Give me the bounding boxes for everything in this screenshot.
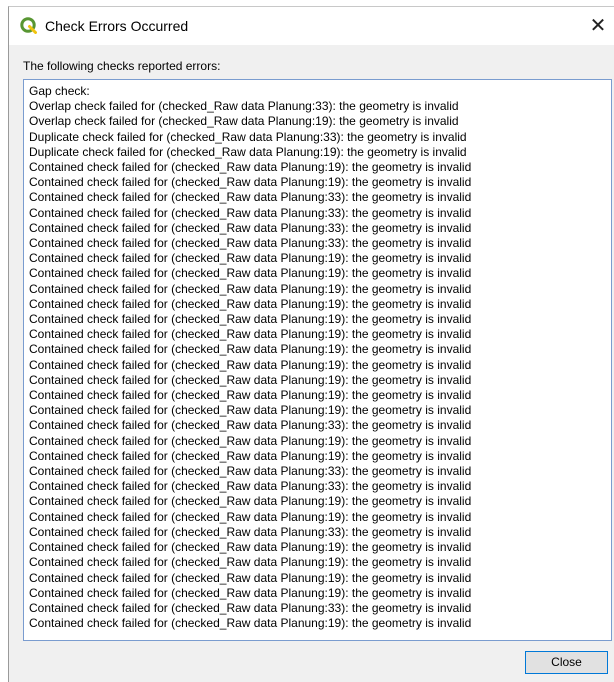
error-line: Contained check failed for (checked_Raw … bbox=[29, 266, 472, 281]
qgis-logo-icon bbox=[20, 17, 37, 34]
error-line: Contained check failed for (checked_Raw … bbox=[29, 205, 472, 220]
error-line: Gap check: bbox=[29, 84, 90, 98]
error-line: Contained check failed for (checked_Raw … bbox=[29, 479, 472, 494]
error-line: Contained check failed for (checked_Raw … bbox=[29, 494, 472, 509]
error-line: Contained check failed for (checked_Raw … bbox=[29, 509, 472, 524]
error-line: Contained check failed for (checked_Raw … bbox=[29, 585, 472, 600]
error-line: Duplicate check failed for (checked_Raw … bbox=[29, 144, 467, 159]
error-line: Contained check failed for (checked_Raw … bbox=[29, 220, 472, 235]
error-line: Contained check failed for (checked_Raw … bbox=[29, 600, 472, 615]
error-line: Contained check failed for (checked_Raw … bbox=[29, 175, 472, 190]
error-line: Contained check failed for (checked_Raw … bbox=[29, 388, 472, 403]
errors-prompt-label: The following checks reported errors: bbox=[23, 59, 221, 73]
close-button[interactable]: Close bbox=[525, 651, 608, 674]
errors-text-area[interactable]: Gap check: Overlap check failed for (chec… bbox=[23, 79, 612, 641]
error-line: Contained check failed for (checked_Raw … bbox=[29, 372, 472, 387]
error-line: Contained check failed for (checked_Raw … bbox=[29, 312, 472, 327]
error-line: Contained check failed for (checked_Raw … bbox=[29, 418, 472, 433]
window-title: Check Errors Occurred bbox=[45, 18, 189, 34]
error-line: Contained check failed for (checked_Raw … bbox=[29, 281, 472, 296]
error-line: Contained check failed for (checked_Raw … bbox=[29, 403, 472, 418]
error-line: Contained check failed for (checked_Raw … bbox=[29, 327, 472, 342]
error-line: Contained check failed for (checked_Raw … bbox=[29, 540, 472, 555]
error-line: Contained check failed for (checked_Raw … bbox=[29, 190, 472, 205]
error-line: Duplicate check failed for (checked_Raw … bbox=[29, 129, 467, 144]
error-line: Contained check failed for (checked_Raw … bbox=[29, 160, 472, 175]
error-line: Contained check failed for (checked_Raw … bbox=[29, 342, 472, 357]
error-line: Contained check failed for (checked_Raw … bbox=[29, 524, 472, 539]
error-line: Contained check failed for (checked_Raw … bbox=[29, 357, 472, 372]
error-line: Overlap check failed for (checked_Raw da… bbox=[29, 114, 459, 129]
check-errors-dialog: Check Errors Occurred ✕ The following ch… bbox=[8, 6, 614, 682]
error-line: Contained check failed for (checked_Raw … bbox=[29, 448, 472, 463]
error-line: Contained check failed for (checked_Raw … bbox=[29, 296, 472, 311]
error-line: Overlap check failed for (checked_Raw da… bbox=[29, 99, 459, 114]
error-line: Contained check failed for (checked_Raw … bbox=[29, 616, 472, 631]
error-line: Contained check failed for (checked_Raw … bbox=[29, 555, 472, 570]
error-line: Contained check failed for (checked_Raw … bbox=[29, 570, 472, 585]
error-line: Contained check failed for (checked_Raw … bbox=[29, 433, 472, 448]
error-line: Contained check failed for (checked_Raw … bbox=[29, 236, 472, 251]
title-bar[interactable]: Check Errors Occurred ✕ bbox=[9, 7, 614, 45]
error-line: Contained check failed for (checked_Raw … bbox=[29, 464, 472, 479]
close-window-icon[interactable]: ✕ bbox=[584, 13, 612, 39]
error-line: Contained check failed for (checked_Raw … bbox=[29, 251, 472, 266]
